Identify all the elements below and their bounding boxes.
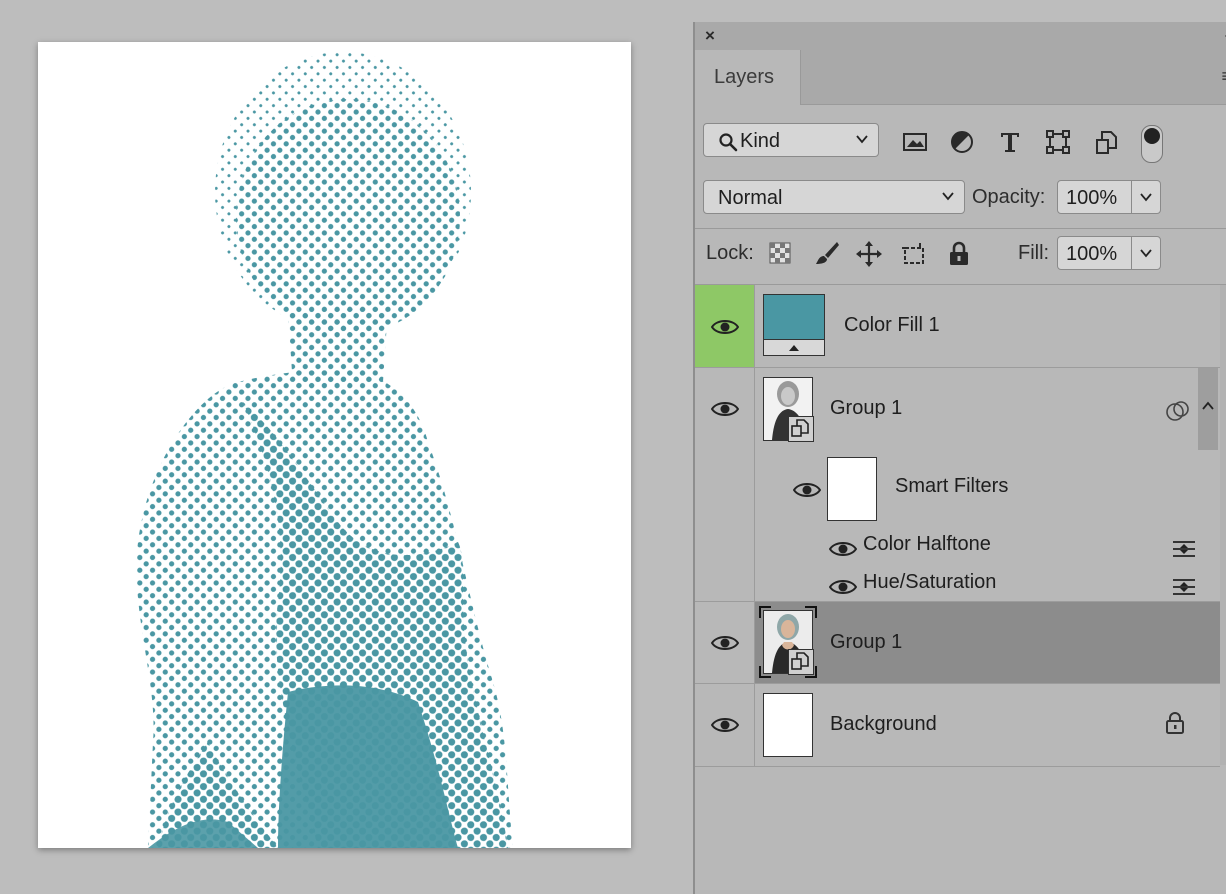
layer-name: Smart Filters — [895, 475, 1009, 497]
filter-kind-label: Kind — [740, 130, 781, 152]
panel-title-bar: × ‹ — [695, 22, 1226, 50]
close-panel-icon[interactable]: × — [705, 26, 715, 46]
filter-toggle-switch[interactable] — [1141, 125, 1163, 163]
search-icon — [719, 133, 738, 152]
smart-filters-row[interactable]: Smart Filters — [755, 451, 1220, 527]
lock-icon[interactable] — [1164, 711, 1186, 735]
lock-position-icon[interactable] — [855, 240, 883, 268]
eye-icon — [711, 320, 739, 334]
chevron-down-icon[interactable] — [1138, 246, 1154, 260]
opacity-label: Opacity: — [972, 186, 1046, 208]
adjustment-handle-icon — [789, 345, 799, 351]
layer-visibility-toggle[interactable] — [695, 285, 755, 367]
lock-image-pixels-icon[interactable] — [813, 239, 841, 267]
layer-row-group-selected[interactable]: Group 1 — [695, 602, 1220, 684]
fill-value: 100% — [1066, 243, 1118, 265]
tab-layers[interactable]: Layers — [695, 50, 801, 105]
panel-menu-icon[interactable]: ≡ — [1221, 66, 1226, 87]
lock-artboard-icon[interactable] — [900, 240, 928, 268]
fill-label: Fill: — [1018, 242, 1050, 264]
fill-field[interactable]: 100% — [1057, 236, 1161, 270]
chevron-down-icon — [856, 135, 868, 144]
smart-filter-indicator-icon[interactable] — [1165, 400, 1191, 422]
layer-row-color-fill[interactable]: Color Fill 1 — [695, 285, 1220, 368]
lock-label: Lock: — [706, 242, 754, 264]
filter-options-icon[interactable] — [1171, 576, 1197, 598]
blend-mode-dropdown[interactable]: Normal — [703, 180, 965, 214]
eye-icon[interactable] — [829, 578, 857, 596]
tab-layers-label: Layers — [714, 66, 775, 88]
layer-visibility-toggle[interactable] — [695, 602, 755, 683]
opacity-value: 100% — [1066, 187, 1118, 209]
lock-all-icon[interactable] — [945, 240, 973, 268]
smart-filters-mask-thumbnail — [827, 457, 877, 521]
type-filter-icon[interactable] — [996, 128, 1024, 156]
opacity-field[interactable]: 100% — [1057, 180, 1161, 214]
layer-row-background[interactable]: Background — [695, 684, 1220, 767]
layer-name: Group 1 — [830, 631, 903, 653]
eye-icon — [711, 718, 739, 732]
group-thumbnail — [759, 606, 817, 678]
expand-toggle[interactable] — [1198, 368, 1218, 450]
chevron-up-icon — [1202, 401, 1214, 410]
filter-toggle-knob — [1144, 128, 1160, 144]
filter-row-color-halftone[interactable]: Color Halftone — [755, 528, 1220, 564]
eye-icon — [711, 402, 739, 416]
filter-options-icon[interactable] — [1171, 538, 1197, 560]
filter-row-hue-saturation[interactable]: Hue/Saturation — [755, 566, 1220, 602]
blend-mode-value: Normal — [718, 187, 783, 209]
selected-row-highlight — [755, 602, 1220, 683]
eye-icon[interactable] — [793, 481, 821, 499]
layer-name: Hue/Saturation — [863, 571, 997, 593]
document-canvas[interactable] — [38, 42, 631, 848]
smart-object-filter-icon[interactable] — [1093, 128, 1121, 156]
chevron-down-icon — [942, 192, 954, 201]
shape-filter-icon[interactable] — [1044, 128, 1072, 156]
layer-name: Color Halftone — [863, 533, 991, 555]
layer-name: Group 1 — [830, 397, 903, 419]
chevron-down-icon[interactable] — [1138, 190, 1154, 204]
layer-row-group-smart-filters[interactable]: Group 1 Smart Filters Color Halftone Hue… — [695, 368, 1220, 602]
layer-name: Color Fill 1 — [844, 314, 940, 336]
layers-panel: × ‹ Layers ≡ Kind — [693, 22, 1226, 894]
panel-tab-strip: Layers ≡ — [695, 50, 1226, 105]
lock-transparent-pixels-icon[interactable] — [768, 241, 792, 265]
layer-visibility-toggle[interactable] — [695, 368, 755, 601]
layers-scrollbar[interactable] — [1220, 285, 1226, 765]
halftone-artwork — [136, 52, 514, 848]
eye-icon — [711, 636, 739, 650]
smart-object-badge-icon — [788, 416, 814, 442]
filter-kind-dropdown[interactable]: Kind — [703, 123, 879, 157]
layer-visibility-toggle[interactable] — [695, 684, 755, 766]
color-fill-thumbnail — [763, 294, 825, 356]
image-filter-icon[interactable] — [901, 128, 929, 156]
layer-name: Background — [830, 713, 937, 735]
eye-icon[interactable] — [829, 540, 857, 558]
adjustment-filter-icon[interactable] — [948, 128, 976, 156]
group-thumbnail — [763, 377, 814, 442]
background-thumbnail — [763, 693, 813, 757]
